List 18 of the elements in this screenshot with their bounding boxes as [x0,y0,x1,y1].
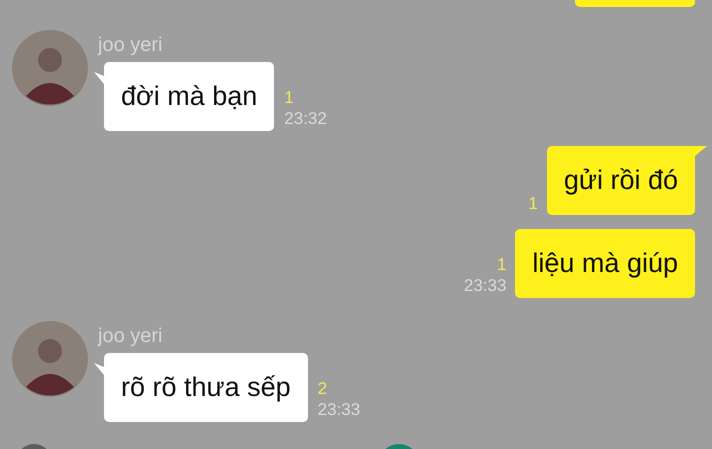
unread-count: 1 [496,255,506,275]
message-time: 23:33 [464,275,506,297]
sender-name: joo yeri [98,33,164,57]
message-bubble: đời mà bạn [104,62,274,131]
bubble-tail [695,146,707,158]
sender-name: joo yeri [98,324,164,348]
message-time: 23:32 [284,108,327,130]
unread-count: 1 [528,194,538,214]
unread-count: 2 [318,379,328,399]
unread-count: 1 [284,88,295,108]
message-bubble: liệu mà giúp [515,229,695,298]
avatar-icon[interactable] [12,321,88,397]
message-time: 23:33 [318,399,360,421]
message-bubble: rõ rõ thưa sếp [104,353,308,422]
bubble-tail [94,363,104,375]
message-bubble: gửi rồi đó [546,146,695,215]
avatar-icon[interactable] [12,30,88,106]
bubble-tail [94,72,104,84]
